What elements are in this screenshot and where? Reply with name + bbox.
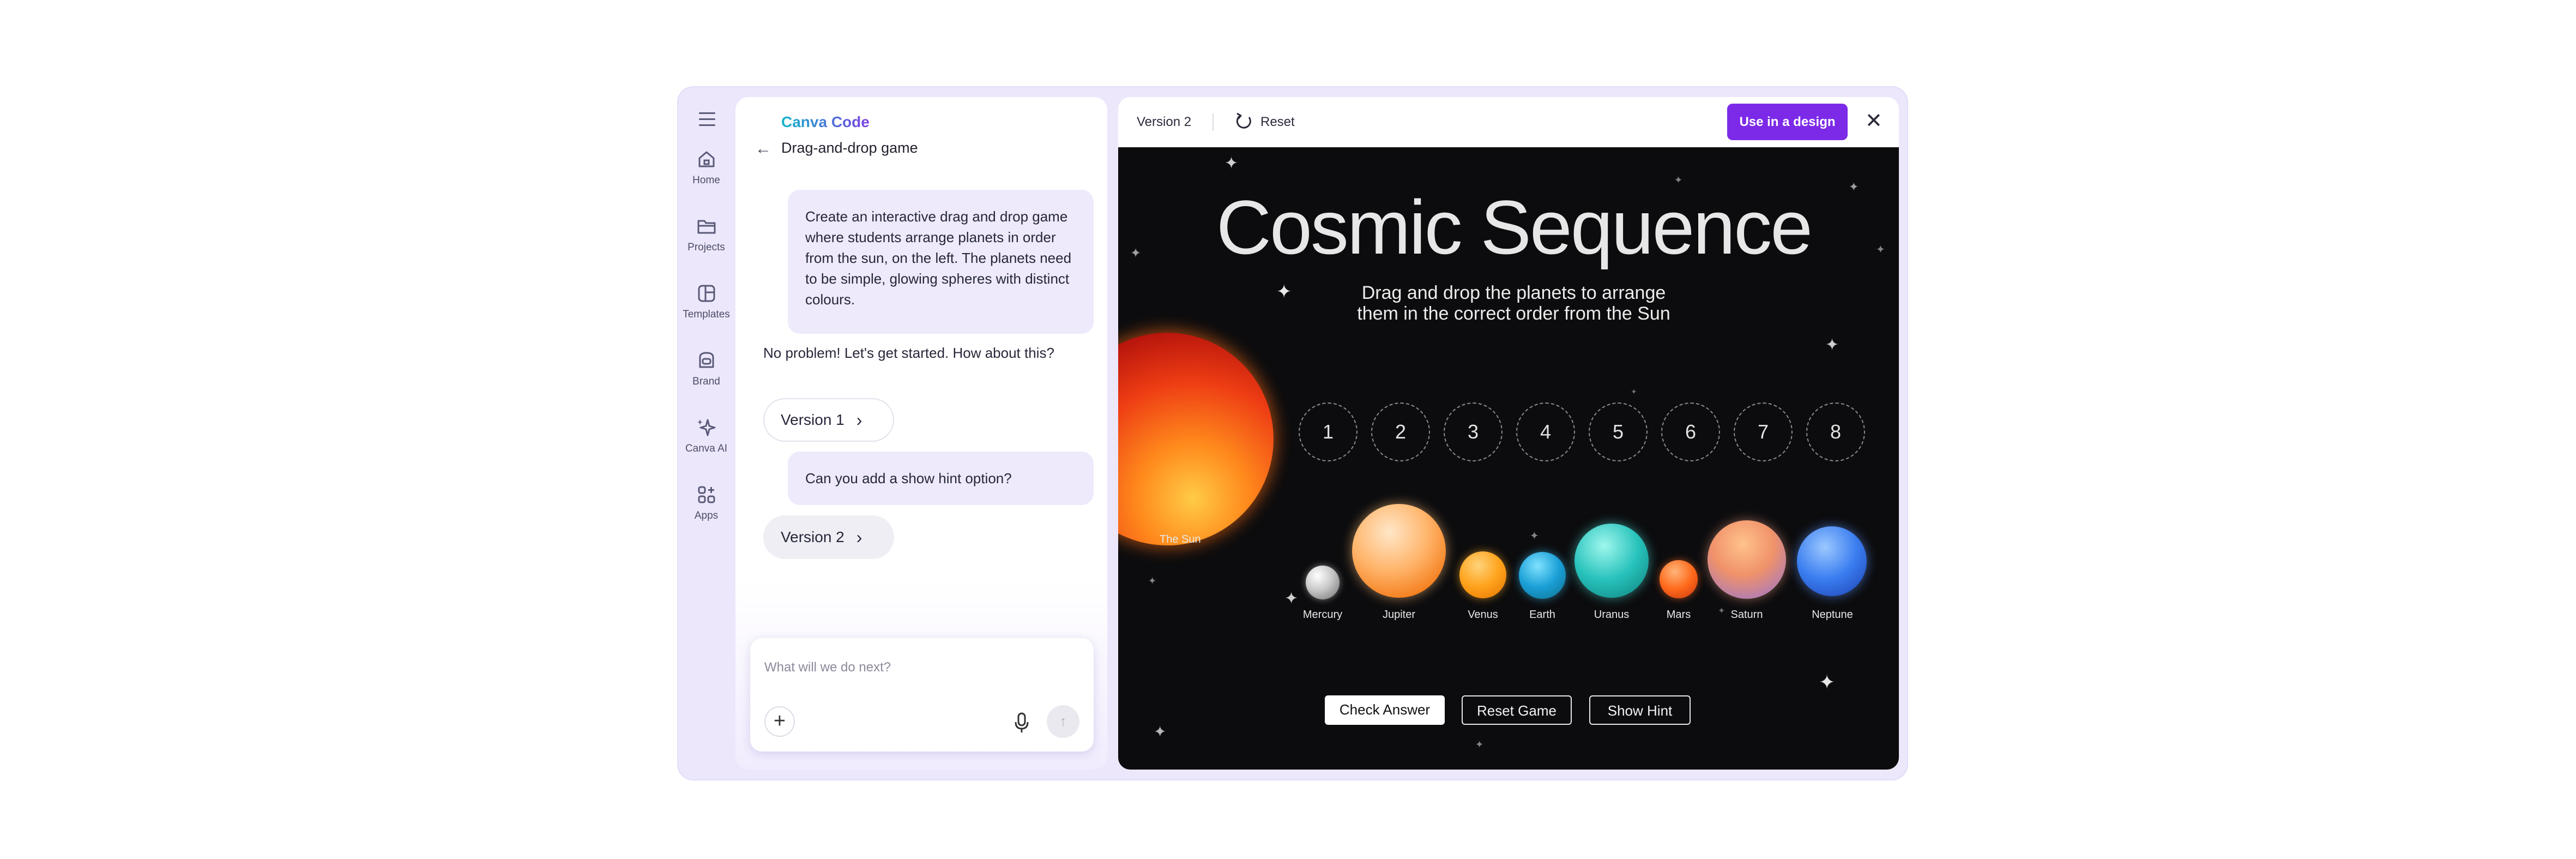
sun-label: The Sun <box>1160 533 1201 545</box>
rail-item-projects[interactable]: Projects <box>677 215 735 254</box>
use-in-design-button[interactable]: Use in a design <box>1727 104 1848 140</box>
star-decoration: ✦ <box>1530 530 1539 542</box>
show-hint-button[interactable]: Show Hint <box>1589 695 1691 725</box>
star-decoration: ✦ <box>1631 387 1637 396</box>
rail-item-home[interactable]: Home <box>677 148 735 187</box>
drop-slot-6[interactable]: 6 <box>1661 403 1720 461</box>
user-message: Can you add a show hint option? <box>788 452 1094 505</box>
send-button[interactable]: ↑ <box>1047 705 1079 738</box>
planet-label: Mercury <box>1302 609 1343 621</box>
reset-icon[interactable] <box>1233 111 1254 133</box>
menu-icon[interactable] <box>699 112 715 127</box>
user-message: Create an interactive drag and drop game… <box>788 190 1094 334</box>
version-indicator: Version 2 <box>1137 115 1192 129</box>
subtitle-line: Drag and drop the planets to arrange <box>1361 283 1666 303</box>
rail-item-templates[interactable]: Templates <box>677 283 735 321</box>
star-decoration: ✦ <box>1825 336 1839 354</box>
version-label: Version 1 <box>781 411 844 428</box>
brand-title: Canva Code <box>781 113 870 130</box>
conversation-title: Drag-and-drop game <box>781 140 918 156</box>
planet-neptune[interactable] <box>1797 526 1867 596</box>
assistant-message: No problem! Let's get started. How about… <box>763 345 1054 361</box>
drop-slot-8[interactable]: 8 <box>1806 403 1865 461</box>
planet-mars[interactable] <box>1660 560 1698 598</box>
drop-slot-7[interactable]: 7 <box>1734 403 1793 461</box>
home-icon <box>698 151 714 167</box>
preview-panel: Version 2 Reset Use in a design ✕ ✦ ✦ ✦ … <box>1118 97 1899 770</box>
planet-uranus[interactable] <box>1574 524 1649 598</box>
rail-label: Projects <box>687 242 725 253</box>
rail-item-brand[interactable]: Brand <box>677 350 735 388</box>
subtitle-line: them in the correct order from the Sun <box>1357 303 1670 324</box>
star-decoration: ✦ <box>1148 575 1157 586</box>
rail-item-canva-ai[interactable]: Canva AI <box>677 417 735 455</box>
folder-icon <box>697 220 715 234</box>
game-subtitle: Drag and drop the planets to arrange the… <box>1118 283 1899 324</box>
star-decoration: ✦ <box>1819 671 1836 693</box>
drop-slot-5[interactable]: 5 <box>1589 403 1648 461</box>
rail-label: Home <box>692 175 720 186</box>
drop-slot-2[interactable]: 2 <box>1371 403 1430 461</box>
drop-slot-4[interactable]: 4 <box>1516 403 1575 461</box>
planet-saturn[interactable] <box>1708 520 1786 599</box>
preview-toolbar: Version 2 Reset Use in a design ✕ <box>1118 97 1899 147</box>
toolbar-divider <box>1212 113 1214 131</box>
add-attachment-button[interactable]: + <box>764 706 795 737</box>
check-answer-button[interactable]: Check Answer <box>1325 695 1445 725</box>
version-1-button[interactable]: Version 1 › <box>763 398 894 442</box>
version-label: Version 2 <box>781 528 844 545</box>
rail-label: Apps <box>694 510 719 521</box>
planet-label: Earth <box>1529 609 1555 621</box>
version-2-button[interactable]: Version 2 › <box>763 515 894 559</box>
game-title: Cosmic Sequence <box>1216 184 1813 270</box>
sun <box>1118 333 1274 545</box>
planet-venus[interactable] <box>1459 551 1506 598</box>
back-arrow-icon[interactable]: ← <box>755 140 771 158</box>
planet-jupiter[interactable] <box>1352 504 1446 598</box>
planet-label: Saturn <box>1730 609 1763 621</box>
microphone-icon[interactable] <box>1014 712 1029 734</box>
planet-label: Jupiter <box>1382 609 1416 621</box>
prompt-input[interactable]: What will we do next? + ↑ <box>750 638 1094 752</box>
drop-slot-3[interactable]: 3 <box>1444 403 1503 461</box>
planet-label: Neptune <box>1812 609 1853 621</box>
chat-panel: Canva Code ← Drag-and-drop game Create a… <box>735 97 1107 770</box>
rail-label: Templates <box>683 309 730 320</box>
game-canvas: ✦ ✦ ✦ ✦ ✦ ✦ ✦ ✦ ✦ ✦ ✦ ✦ ✦ ✦ ✦ Cosmic Seq… <box>1118 147 1899 770</box>
templates-icon <box>698 285 715 302</box>
reset-game-button[interactable]: Reset Game <box>1462 695 1572 725</box>
planet-label: Mars <box>1666 609 1691 621</box>
brand-icon <box>699 352 714 368</box>
star-decoration: ✦ <box>1475 739 1484 750</box>
chevron-right-icon: › <box>856 410 862 430</box>
apps-icon <box>698 486 715 503</box>
star-decoration: ✦ <box>1284 590 1299 608</box>
drop-slot-1[interactable]: 1 <box>1299 403 1358 461</box>
close-icon[interactable]: ✕ <box>1865 110 1883 132</box>
planet-label: Uranus <box>1594 609 1630 621</box>
rail-item-apps[interactable]: Apps <box>677 484 735 522</box>
star-decoration: ✦ <box>1154 723 1167 740</box>
side-rail: Home Projects Templates Brand Canva AI A… <box>677 86 735 780</box>
rail-label: Canva AI <box>685 443 728 454</box>
reset-button[interactable]: Reset <box>1260 115 1295 130</box>
chevron-right-icon: › <box>856 527 862 547</box>
rail-label: Brand <box>692 376 720 387</box>
sparkle-icon <box>697 419 715 436</box>
star-decoration: ✦ <box>1224 154 1239 172</box>
planet-mercury[interactable] <box>1306 566 1340 599</box>
prompt-placeholder: What will we do next? <box>764 660 891 675</box>
planet-earth[interactable] <box>1519 552 1566 599</box>
